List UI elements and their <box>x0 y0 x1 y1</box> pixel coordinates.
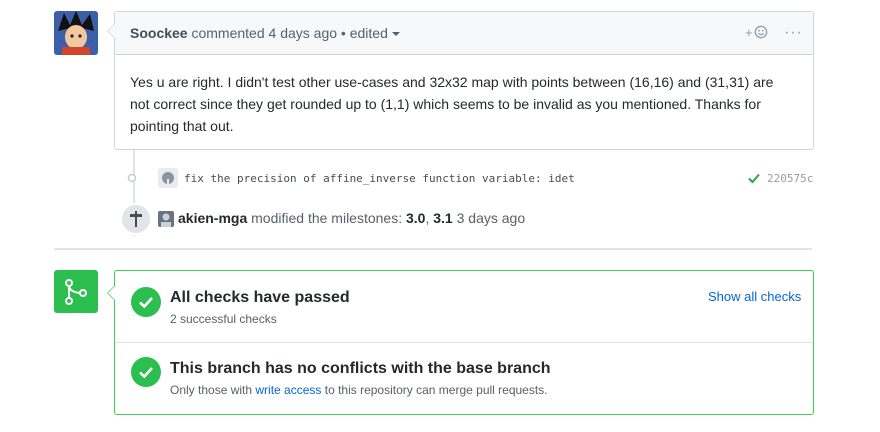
commit-sha-link[interactable]: 220575c <box>767 172 813 185</box>
conflict-sub-before: Only those with <box>170 383 256 397</box>
milestone-badge <box>120 203 152 235</box>
plus-label: + <box>745 25 753 40</box>
milestone-icon <box>130 211 142 227</box>
write-access-link[interactable]: write access <box>255 383 321 397</box>
timeline-divider <box>54 248 812 250</box>
add-reaction-button[interactable]: + <box>745 25 768 40</box>
edited-dropdown[interactable]: edited <box>350 25 400 41</box>
commit-author-avatar[interactable] <box>158 168 178 188</box>
comment-action: commented <box>187 25 269 41</box>
checks-passed-badge <box>131 287 161 317</box>
comment-time[interactable]: 4 days ago <box>269 25 338 41</box>
comment-author-link[interactable]: Soockee <box>130 25 188 41</box>
no-conflicts-badge <box>131 357 161 387</box>
commit-dot-icon <box>127 173 137 183</box>
smiley-icon <box>754 25 767 39</box>
check-icon <box>139 297 153 309</box>
show-all-checks-link[interactable]: Show all checks <box>708 289 801 304</box>
milestone-from-link[interactable]: 3.0 <box>406 210 425 226</box>
no-conflicts-title: This branch has no conflicts with the ba… <box>170 360 551 377</box>
comment-box: Soockee commented 4 days ago • edited + … <box>107 11 814 150</box>
chevron-down-icon <box>391 32 400 37</box>
git-merge-icon <box>65 279 87 305</box>
milestone-user-avatar[interactable] <box>158 211 174 227</box>
milestone-user-link[interactable]: akien-mga <box>178 210 247 226</box>
merge-separator <box>115 342 813 343</box>
conflict-sub-after: to this repository can merge pull reques… <box>321 383 548 397</box>
check-icon[interactable] <box>747 171 761 185</box>
comment-meta: Soockee commented 4 days ago • edited <box>130 25 400 41</box>
merge-status-box: All checks have passed 2 successful chec… <box>107 270 814 415</box>
comment-body: Yes u are right. I didn't test other use… <box>130 74 774 134</box>
more-options-button[interactable]: ··· <box>784 24 803 42</box>
check-icon <box>139 367 153 379</box>
checks-subtitle: 2 successful checks <box>170 312 277 326</box>
milestone-action: modified the milestones: <box>247 210 406 226</box>
checks-title: All checks have passed <box>170 289 350 306</box>
no-conflicts-subtitle: Only those with write access to this rep… <box>170 383 548 397</box>
milestone-time[interactable]: 3 days ago <box>453 210 526 226</box>
edited-label: edited <box>349 25 388 41</box>
commit-message-link[interactable]: fix the precision of affine_inverse func… <box>184 172 575 185</box>
commenter-avatar[interactable] <box>54 11 98 55</box>
comment-separator: • <box>337 25 350 41</box>
merge-status-badge <box>54 270 98 313</box>
comment-header: Soockee commented 4 days ago • edited + … <box>115 12 813 55</box>
milestone-event-text: akien-mga modified the milestones: 3.0, … <box>178 210 525 226</box>
milestone-to-link[interactable]: 3.1 <box>433 210 452 226</box>
